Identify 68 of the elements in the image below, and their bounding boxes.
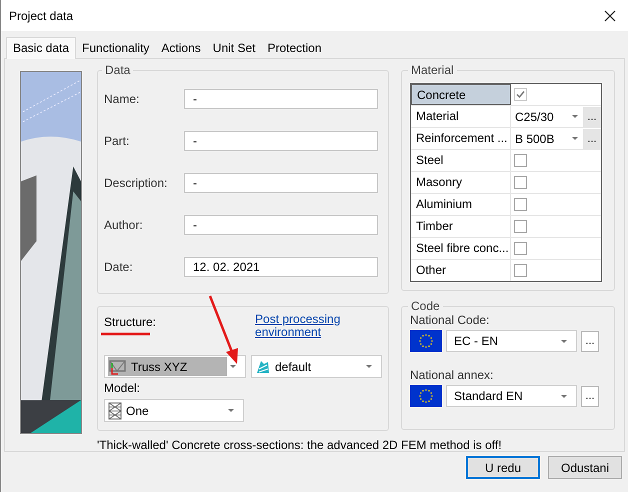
field-label: Author: — [104, 218, 144, 232]
input-field[interactable]: - — [184, 173, 378, 193]
input-field[interactable]: - — [184, 131, 378, 151]
checkbox[interactable] — [514, 154, 527, 167]
caret-icon — [228, 409, 234, 412]
field-label: National annex: — [410, 368, 494, 384]
grid-cell[interactable]: Material — [411, 106, 511, 127]
dialog-button[interactable]: Odustani — [548, 456, 622, 479]
caret-icon — [561, 394, 567, 398]
flag-icon — [410, 330, 442, 352]
browse-button[interactable]: ... — [583, 106, 601, 126]
grid-cell[interactable]: Steel fibre conc... — [411, 238, 511, 259]
checkbox[interactable] — [514, 88, 527, 101]
input-field[interactable]: 12. 02. 2021 — [184, 257, 378, 277]
tab[interactable]: Basic data — [6, 37, 76, 59]
tab[interactable]: Actions — [155, 39, 207, 58]
grid-cell[interactable]: Aluminium — [411, 194, 511, 215]
model-label: Model: — [104, 381, 142, 395]
grid-cell[interactable]: Concrete — [411, 84, 511, 105]
input-field[interactable]: - — [184, 89, 378, 109]
grid-dropdown[interactable]: C25/30 — [514, 107, 583, 126]
arrow-mark — [208, 296, 238, 364]
input-field[interactable]: - — [184, 215, 378, 235]
caret-icon — [366, 365, 372, 368]
caret-icon — [561, 340, 567, 342]
browse-button[interactable]: ... — [581, 330, 599, 352]
checkbox[interactable] — [514, 220, 527, 233]
field-label: National Code: — [410, 313, 490, 329]
checkbox[interactable] — [514, 198, 527, 211]
browse-button[interactable]: ... — [581, 386, 599, 406]
grid-cell[interactable]: Masonry — [411, 172, 511, 193]
checkbox[interactable] — [514, 264, 527, 277]
tab[interactable]: Functionality — [76, 39, 156, 58]
flag-icon — [410, 385, 442, 407]
truss-icon — [109, 358, 127, 374]
notice-text: 'Thick-walled' Concrete cross-sections: the advanced 2D FEM method is off! — [97, 438, 503, 452]
group-title: Data — [104, 63, 132, 77]
code-dropdown[interactable]: Standard EN — [446, 385, 577, 407]
environment-link[interactable]: Post processing environment — [255, 313, 346, 347]
caret-icon — [572, 115, 578, 118]
close-icon[interactable] — [604, 10, 616, 22]
grid-dropdown[interactable]: B 500B — [514, 129, 583, 148]
dialog-button[interactable]: U redu — [466, 456, 540, 479]
caret-icon — [572, 137, 578, 140]
grid-cell[interactable]: Timber — [411, 216, 511, 237]
grid-cell[interactable]: Steel — [411, 150, 511, 171]
environment-icon — [255, 358, 271, 374]
environment-dropdown[interactable]: default — [251, 355, 382, 378]
field-label: Description: — [104, 176, 168, 190]
grid-cell[interactable]: Reinforcement ... — [411, 128, 511, 149]
field-label: Date: — [104, 260, 134, 274]
window-title: Project data — [9, 8, 74, 22]
checkbox[interactable] — [514, 176, 527, 189]
tab[interactable]: Unit Set — [206, 39, 262, 58]
code-dropdown[interactable]: EC - EN — [446, 330, 577, 352]
grid-cell[interactable]: Other — [411, 260, 511, 281]
group-title: Code — [410, 299, 441, 313]
structure-label: Structure: — [104, 314, 156, 329]
tab[interactable]: Protection — [261, 39, 328, 58]
model-dropdown[interactable]: One — [104, 399, 244, 422]
browse-button[interactable]: ... — [583, 128, 601, 148]
field-label: Name: — [104, 92, 140, 106]
structure-dropdown[interactable]: Truss XYZ — [104, 355, 246, 378]
checkbox[interactable] — [514, 242, 527, 255]
underline-mark — [101, 332, 150, 336]
group-title: Material — [410, 63, 455, 77]
field-label: Part: — [104, 134, 130, 148]
frame-icon — [108, 402, 122, 420]
